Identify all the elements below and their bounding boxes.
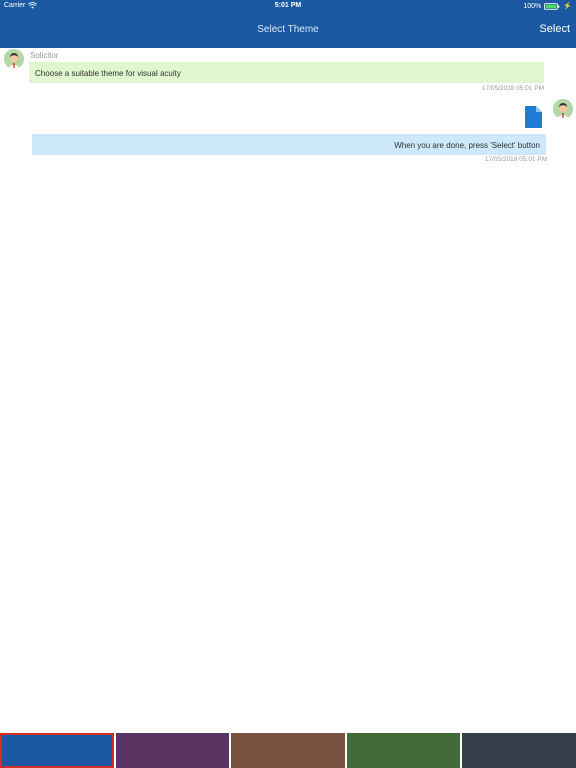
theme-swatch-5[interactable] [462, 733, 576, 768]
sender-name: Solicitor [30, 51, 59, 60]
message-bubble-outgoing: When you are done, press 'Select' button [32, 134, 546, 155]
theme-swatch-4[interactable] [346, 733, 461, 768]
message-bubble-incoming: Choose a suitable theme for visual acuit… [29, 62, 544, 83]
status-time: 5:01 PM [274, 2, 302, 9]
charging-icon: ⚡ [563, 3, 572, 10]
battery-percent: 100% [523, 2, 542, 10]
battery-icon [544, 2, 560, 10]
theme-swatch-2[interactable] [115, 733, 230, 768]
theme-swatch-3[interactable] [231, 733, 345, 768]
theme-selector [0, 733, 576, 768]
status-battery: 100% ⚡ [523, 2, 572, 11]
document-icon[interactable] [525, 106, 542, 128]
solicitor-avatar [4, 49, 24, 69]
person-avatar-icon [553, 99, 573, 119]
theme-swatch-1[interactable] [0, 733, 114, 768]
user-avatar [553, 99, 573, 119]
message-timestamp: 17/05/2018 05:01 PM [484, 156, 547, 163]
select-button[interactable]: Select [539, 23, 570, 35]
person-avatar-icon [4, 49, 24, 69]
navigation-bar: Carrier 5:01 PM 100% ⚡ Select Theme Sele… [0, 0, 576, 48]
page-title: Select Theme [257, 24, 319, 35]
message-timestamp: 17/05/2018 05:01 PM [481, 85, 544, 92]
